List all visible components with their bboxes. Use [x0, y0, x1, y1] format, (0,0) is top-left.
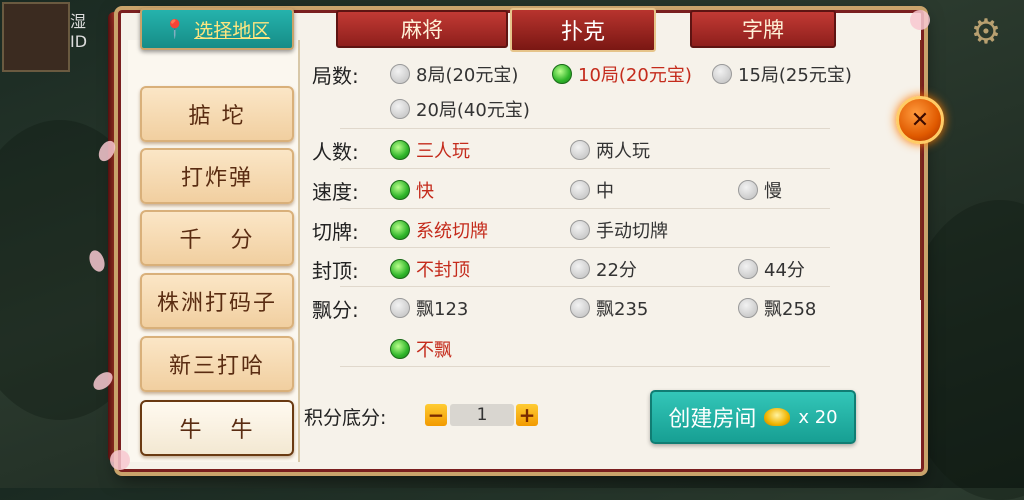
float-option-235[interactable]: 飘235 — [570, 295, 648, 321]
divider — [340, 366, 830, 367]
players-option-three[interactable]: 三人玩 — [390, 137, 470, 163]
radio[interactable] — [738, 180, 758, 200]
option-label: 三人玩 — [416, 141, 470, 162]
gear-icon[interactable]: ⚙ — [966, 12, 1006, 52]
radio-selected[interactable] — [390, 220, 410, 240]
option-label: 10局(20元宝) — [578, 65, 692, 86]
players-label: 人数: — [312, 140, 359, 164]
radio[interactable] — [570, 298, 590, 318]
radio[interactable] — [712, 64, 732, 84]
option-label: 飘123 — [416, 299, 469, 320]
radio[interactable] — [390, 99, 410, 119]
option-label: 飘235 — [596, 299, 649, 320]
game-item-dazhadan[interactable]: 打炸弹 — [140, 148, 294, 204]
select-region-label: 选择地区 — [194, 19, 271, 42]
cap-option-44[interactable]: 44分 — [738, 256, 805, 282]
players-option-two[interactable]: 两人玩 — [570, 137, 650, 163]
option-label: 慢 — [764, 181, 782, 202]
rounds-option-8[interactable]: 8局(20元宝) — [390, 61, 518, 87]
rounds-option-20[interactable]: 20局(40元宝) — [390, 96, 530, 122]
float-option-123[interactable]: 飘123 — [390, 295, 468, 321]
option-label: 15局(25元宝) — [738, 65, 852, 86]
radio-selected[interactable] — [390, 259, 410, 279]
divider — [340, 168, 830, 169]
radio[interactable] — [390, 64, 410, 84]
game-item-niuniu[interactable]: 牛 牛 — [140, 400, 294, 456]
player-avatar[interactable] — [2, 2, 70, 72]
divider — [340, 128, 830, 129]
option-label: 22分 — [596, 260, 637, 281]
location-pin-icon: 📍 — [163, 18, 187, 40]
tab-poker[interactable]: 扑克 — [510, 8, 656, 52]
float-option-258[interactable]: 飘258 — [738, 295, 816, 321]
radio[interactable] — [738, 259, 758, 279]
option-label: 快 — [416, 181, 434, 202]
radio-selected[interactable] — [390, 180, 410, 200]
speed-option-slow[interactable]: 慢 — [738, 177, 782, 203]
hanging-cord — [920, 40, 922, 300]
base-score-label: 积分底分: — [304, 407, 387, 429]
radio-selected[interactable] — [390, 339, 410, 359]
cap-option-none[interactable]: 不封顶 — [390, 256, 470, 282]
option-label: 飘258 — [764, 299, 817, 320]
divider — [340, 208, 830, 209]
game-item-zhuzhou[interactable]: 株洲打码子 — [140, 273, 294, 329]
cut-option-manual[interactable]: 手动切牌 — [570, 217, 668, 243]
option-label: 不封顶 — [416, 260, 470, 281]
option-label: 44分 — [764, 260, 805, 281]
create-room-button[interactable]: 创建房间 x 20 — [650, 390, 856, 444]
game-item-dianduo[interactable]: 掂 坨 — [140, 86, 294, 142]
game-item-xinsandaha[interactable]: 新三打哈 — [140, 336, 294, 392]
cut-label: 切牌: — [312, 220, 359, 244]
increase-button[interactable]: + — [516, 403, 538, 427]
speed-label: 速度: — [312, 180, 359, 204]
option-label: 系统切牌 — [416, 221, 488, 242]
rounds-option-15[interactable]: 15局(25元宝) — [712, 61, 852, 87]
select-region-button[interactable]: 📍 选择地区 — [140, 8, 294, 50]
radio[interactable] — [570, 259, 590, 279]
gold-ingot-icon — [764, 408, 791, 426]
rounds-label: 局数: — [312, 64, 359, 88]
speed-option-medium[interactable]: 中 — [570, 177, 614, 203]
float-label: 飘分: — [312, 298, 359, 322]
radio[interactable] — [570, 140, 590, 160]
create-room-label: 创建房间 — [668, 407, 757, 432]
option-label: 中 — [596, 181, 614, 202]
radio[interactable] — [738, 298, 758, 318]
decrease-button[interactable]: − — [425, 403, 447, 427]
base-score-value: 1 — [450, 404, 514, 426]
create-room-cost: x 20 — [798, 406, 838, 428]
game-item-qianfen[interactable]: 千 分 — [140, 210, 294, 266]
player-name: 湿 ID — [70, 12, 88, 51]
radio[interactable] — [390, 298, 410, 318]
radio[interactable] — [570, 220, 590, 240]
rounds-option-10[interactable]: 10局(20元宝) — [552, 61, 692, 87]
option-label: 20局(40元宝) — [416, 100, 530, 121]
blossom-decoration — [110, 450, 130, 470]
divider — [340, 247, 830, 248]
option-label: 不飘 — [416, 340, 452, 361]
tab-mahjong[interactable]: 麻将 — [336, 10, 508, 48]
speed-option-fast[interactable]: 快 — [390, 177, 434, 203]
option-label: 手动切牌 — [596, 221, 668, 242]
cap-label: 封顶: — [312, 259, 359, 283]
radio-selected[interactable] — [552, 64, 572, 84]
tab-zipai[interactable]: 字牌 — [690, 10, 836, 48]
cap-option-22[interactable]: 22分 — [570, 256, 637, 282]
option-label: 两人玩 — [596, 141, 650, 162]
cut-option-system[interactable]: 系统切牌 — [390, 217, 488, 243]
float-option-none[interactable]: 不飘 — [390, 336, 452, 362]
option-label: 8局(20元宝) — [416, 65, 519, 86]
radio-selected[interactable] — [390, 140, 410, 160]
close-icon[interactable]: ✕ — [896, 96, 944, 144]
radio[interactable] — [570, 180, 590, 200]
divider — [340, 286, 830, 287]
